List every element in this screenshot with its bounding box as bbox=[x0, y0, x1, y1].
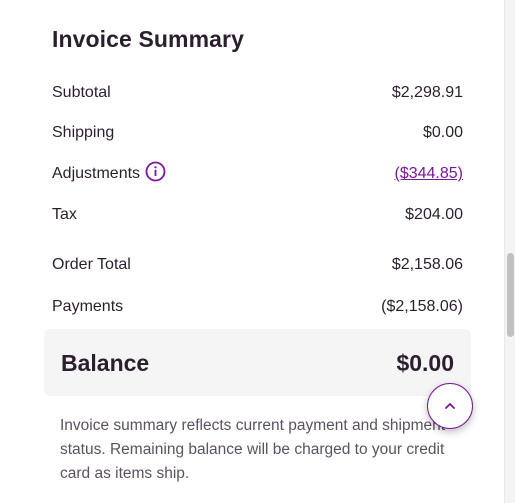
balance-label: Balance bbox=[61, 350, 150, 376]
adjustments-label: Adjustments bbox=[52, 165, 141, 182]
adjustments-value-link[interactable]: ($344.85) bbox=[395, 165, 464, 183]
subtotal-row: Subtotal $2,298.91 bbox=[52, 81, 463, 105]
invoice-summary-note: Invoice summary reflects current payment… bbox=[60, 417, 446, 482]
page-title: Invoice Summary bbox=[52, 26, 244, 52]
subtotal-label: Subtotal bbox=[52, 84, 111, 101]
payments-label: Payments bbox=[52, 298, 124, 315]
order-total-value: $2,158.06 bbox=[391, 256, 463, 273]
shipping-value: $0.00 bbox=[422, 124, 463, 141]
tax-label: Tax bbox=[52, 206, 77, 223]
adjustments-label-group: Adjustments bbox=[52, 161, 166, 183]
order-total-label: Order Total bbox=[52, 256, 131, 273]
tax-row: Tax $204.00 bbox=[52, 203, 463, 227]
scrollbar-thumb[interactable] bbox=[507, 253, 514, 337]
subtotal-value: $2,298.91 bbox=[391, 84, 463, 101]
invoice-summary-panel: Invoice Summary Subtotal $2,298.91 Shipp… bbox=[0, 0, 505, 503]
scrollbar-track[interactable] bbox=[504, 0, 515, 503]
adjustments-row: Adjustments ($344.85) bbox=[52, 161, 464, 186]
payments-value: ($2,158.06) bbox=[381, 298, 463, 315]
shipping-row: Shipping $0.00 bbox=[52, 121, 463, 145]
chevron-up-icon bbox=[443, 401, 457, 411]
payments-row: Payments ($2,158.06) bbox=[52, 295, 463, 319]
tax-value: $204.00 bbox=[405, 206, 463, 223]
balance-value: $0.00 bbox=[396, 350, 454, 376]
back-to-top-button[interactable] bbox=[427, 383, 473, 429]
shipping-label: Shipping bbox=[52, 124, 115, 141]
balance-box: Balance $0.00 bbox=[44, 329, 471, 396]
info-circle-icon[interactable] bbox=[145, 161, 166, 182]
order-total-row: Order Total $2,158.06 bbox=[52, 253, 463, 277]
